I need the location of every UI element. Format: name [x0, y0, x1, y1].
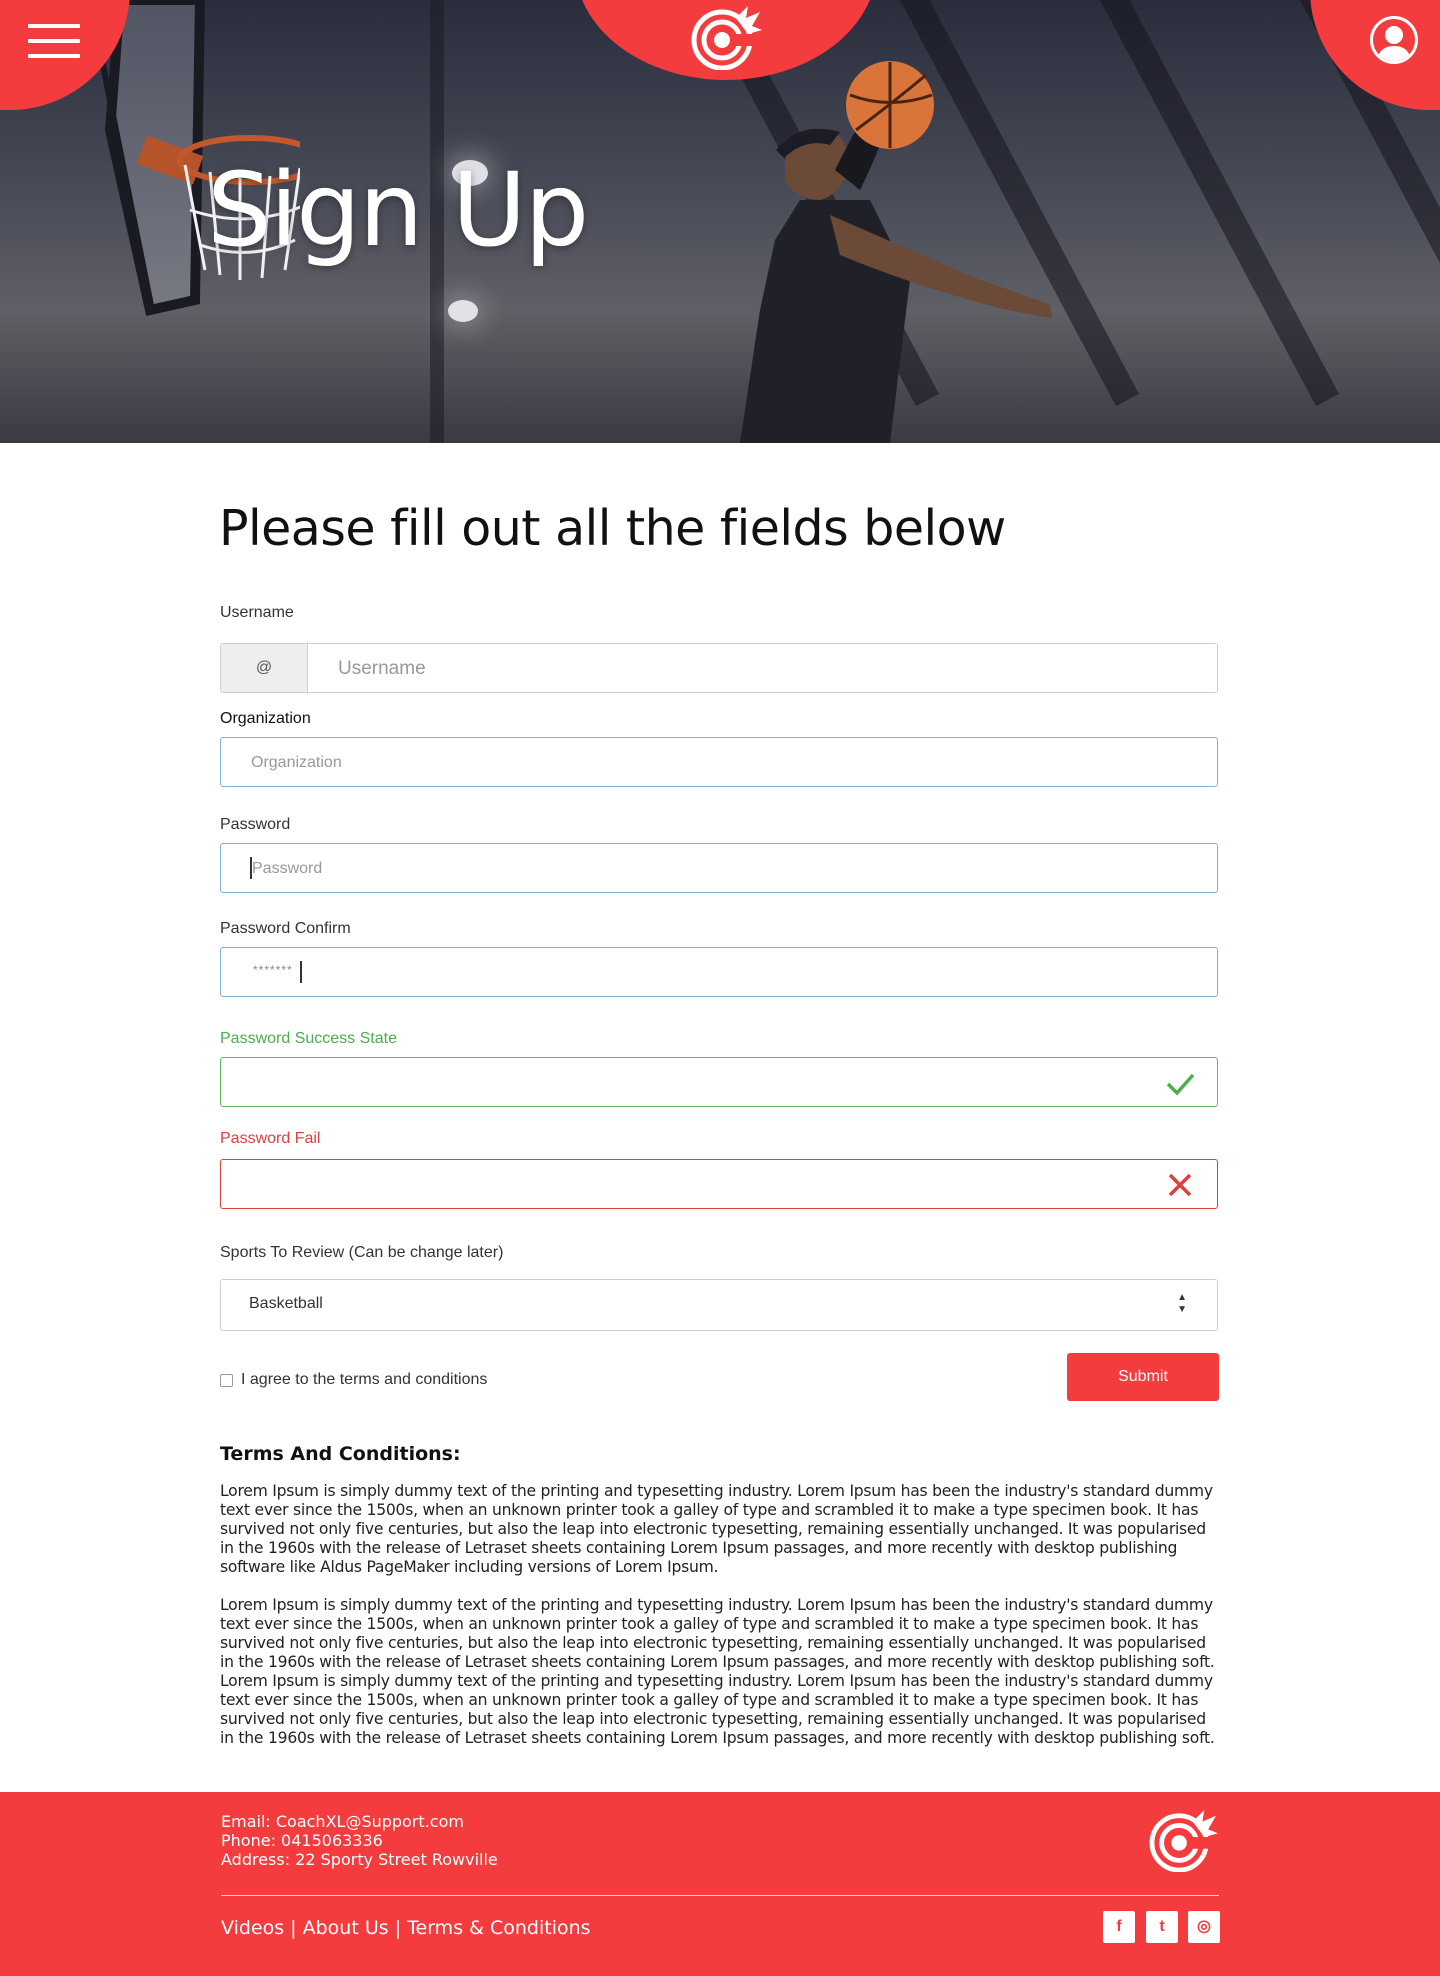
instagram-icon[interactable]: ◎ [1188, 1911, 1220, 1943]
password-success-label: Password Success State [220, 1030, 397, 1047]
password-success-input[interactable] [220, 1057, 1218, 1107]
brand-logo-icon[interactable] [688, 4, 764, 70]
facebook-icon[interactable]: f [1103, 1911, 1135, 1943]
terms-paragraph-2: Lorem Ipsum is simply dummy text of the … [220, 1596, 1215, 1747]
username-label: Username [220, 604, 294, 621]
form-heading: Please fill out all the fields below [219, 500, 1006, 557]
page-title: Sign Up [207, 151, 589, 270]
footer-link-about-us[interactable]: About Us [303, 1917, 389, 1939]
footer: Email: CoachXL@Support.com Phone: 041506… [0, 1792, 1440, 1976]
footer-divider [221, 1895, 1219, 1896]
text-caret [300, 961, 302, 983]
username-input[interactable]: @ Username [220, 643, 1218, 693]
at-sign-addon: @ [221, 644, 308, 692]
password-input[interactable]: Password [220, 843, 1218, 893]
password-fail-label: Password Fail [220, 1130, 321, 1147]
sports-selected-value: Basketball [249, 1295, 323, 1312]
hamburger-menu-icon[interactable] [28, 24, 80, 60]
password-label: Password [220, 816, 291, 833]
terms-paragraph-1: Lorem Ipsum is simply dummy text of the … [220, 1482, 1213, 1576]
agree-label: I agree to the terms and conditions [241, 1371, 488, 1388]
password-fail-input[interactable] [220, 1159, 1218, 1209]
twitter-icon[interactable]: t [1146, 1911, 1178, 1943]
organization-input[interactable]: Organization [220, 737, 1218, 787]
organization-label: Organization [220, 710, 311, 727]
username-placeholder: Username [338, 658, 426, 679]
terms-title: Terms And Conditions: [220, 1443, 461, 1465]
contact-phone: Phone: 0415063336 [221, 1831, 383, 1850]
contact-info: Email: CoachXL@Support.com Phone: 041506… [221, 1812, 498, 1869]
submit-button[interactable]: Submit [1067, 1353, 1219, 1401]
sports-label: Sports To Review (Can be change later) [220, 1244, 504, 1261]
contact-address: Address: 22 Sporty Street Rowville [221, 1850, 498, 1869]
password-confirm-mask: ******* [253, 963, 293, 977]
error-x-icon [1168, 1173, 1192, 1197]
basketball-player-image [740, 61, 1052, 443]
user-profile-icon[interactable] [1370, 16, 1418, 64]
footer-link-videos[interactable]: Videos [221, 1917, 284, 1939]
sports-select[interactable]: Basketball ▲ ▼ [220, 1279, 1218, 1331]
hero-banner: Sign Up [0, 0, 1440, 443]
organization-placeholder: Organization [251, 754, 342, 771]
checkmark-icon [1166, 1073, 1195, 1096]
contact-email: Email: CoachXL@Support.com [221, 1812, 464, 1831]
agree-checkbox[interactable] [220, 1373, 233, 1387]
terms-agree-row: I agree to the terms and conditions [220, 1371, 487, 1389]
password-placeholder: Password [252, 860, 323, 877]
link-separator: | [388, 1917, 408, 1939]
password-confirm-label: Password Confirm [220, 920, 351, 937]
footer-link-terms[interactable]: Terms & Conditions [407, 1917, 590, 1939]
footer-links: Videos | About Us | Terms & Conditions [221, 1917, 591, 1939]
footer-logo-icon[interactable] [1146, 1808, 1220, 1872]
password-confirm-input[interactable]: ******* [220, 947, 1218, 997]
link-separator: | [284, 1917, 303, 1939]
select-arrows-icon: ▲ ▼ [1177, 1292, 1187, 1315]
